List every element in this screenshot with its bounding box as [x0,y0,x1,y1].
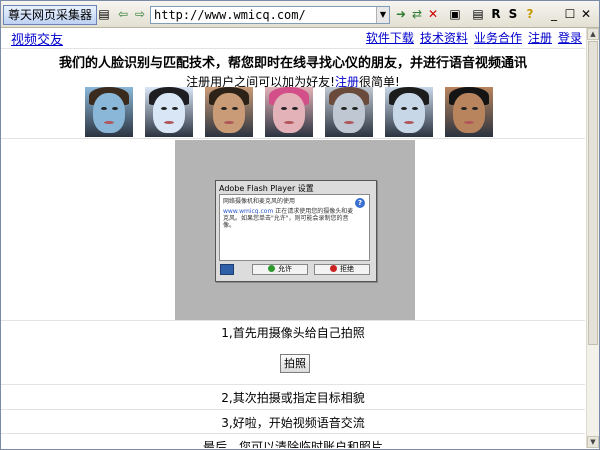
face-mouth [284,121,294,124]
dialog-body-rest: www.wmicq.com 正在请求使用您的摄像头和麦克风。如果您单击"允许"，… [223,208,355,229]
vertical-scrollbar[interactable]: ▲ ▼ [586,28,599,448]
face-thumbnail[interactable] [325,87,373,137]
app-title: 尊天网页采集器 [3,5,98,25]
face-eye [232,107,238,110]
nav-link-business[interactable]: 业务合作 [474,31,522,45]
face-eye [281,107,287,110]
url-input[interactable] [151,7,379,23]
face-eye [172,107,178,110]
flash-settings-dialog: Adobe Flash Player 设置 网络摄像机和麦克风的使用 www.w… [215,180,377,282]
maximize-icon[interactable]: ☐ [563,7,577,21]
browser-toolbar: 尊天网页采集器 ▤ ⇦ ⇨ ▼ ➜ ⇄ ✕ ▣ ▤ R S ? _ ☐ ✕ [1,1,599,28]
page-content: 视频交友 软件下载 技术资料 业务合作 注册 登录 我们的人脸识别与匹配技术，帮您即时在… [1,28,585,448]
face-eye [412,107,418,110]
face-gallery [1,87,585,137]
step-1: 1,首先用摄像头给自己拍照 [221,326,365,340]
browser-window: 尊天网页采集器 ▤ ⇦ ⇨ ▼ ➜ ⇄ ✕ ▣ ▤ R S ? _ ☐ ✕ 视频… [0,0,600,450]
brand-link[interactable]: 视频交友 [11,29,63,48]
face-eye [461,107,467,110]
step-2: 2,其次拍摄或指定目标相貌 [221,391,365,405]
face-eye [292,107,298,110]
nav-link-download[interactable]: 软件下载 [366,31,414,45]
stop-icon[interactable]: ✕ [426,7,440,21]
face-thumbnail[interactable] [445,87,493,137]
camera-icon[interactable] [220,264,234,275]
go-arrow-icon[interactable]: ➜ [394,7,408,21]
flash-area: Adobe Flash Player 设置 网络摄像机和麦克风的使用 www.w… [175,140,415,320]
face-thumbnail[interactable] [205,87,253,137]
scroll-up-icon[interactable]: ▲ [587,28,599,40]
face-eye [161,107,167,110]
step-4: 最后，您可以清除临时账户和照片 [202,440,383,448]
dialog-domain: www.wmicq.com [223,208,274,215]
dialog-body: 网络摄像机和麦克风的使用 www.wmicq.com 正在请求使用您的摄像头和麦… [219,194,370,261]
nav-link-docs[interactable]: 技术资料 [420,31,468,45]
site-navbar: 视频交友 软件下载 技术资料 业务合作 注册 登录 [1,28,585,49]
face-skin [453,93,485,133]
step-3: 3,好啦，开始视频语音交流 [221,416,365,430]
face-skin [93,93,125,133]
divider [1,409,585,410]
face-eye [401,107,407,110]
nav-link-login[interactable]: 登录 [558,31,582,45]
face-mouth [164,121,174,124]
back-arrow-icon[interactable]: ⇦ [116,7,130,21]
nav-links: 软件下载 技术资料 业务合作 注册 登录 [360,29,582,46]
face-thumbnail[interactable] [265,87,313,137]
face-skin [333,93,365,133]
text-view-icon[interactable]: ▤ [471,7,485,21]
face-mouth [404,121,414,124]
close-icon[interactable]: ✕ [579,7,593,21]
forward-arrow-icon[interactable]: ⇨ [133,7,147,21]
face-eye [472,107,478,110]
scroll-thumb[interactable] [588,41,598,345]
dialog-title: Adobe Flash Player 设置 [219,184,314,193]
face-mouth [344,121,354,124]
face-skin [393,93,425,133]
allow-button[interactable]: 允许 [252,264,308,275]
face-thumbnail[interactable] [385,87,433,137]
divider [1,384,585,385]
chevron-down-icon[interactable]: ▼ [376,7,389,23]
face-eye [221,107,227,110]
capture-icon[interactable]: ▣ [448,7,462,21]
face-eye [112,107,118,110]
face-eye [101,107,107,110]
refresh-icon[interactable]: ⇄ [410,7,424,21]
minimize-icon[interactable]: _ [547,7,561,21]
r-icon[interactable]: R [489,7,503,21]
scroll-down-icon[interactable]: ▼ [587,436,599,448]
check-icon [268,265,275,272]
face-skin [153,93,185,133]
divider [1,138,585,139]
face-thumbnail[interactable] [145,87,193,137]
face-skin [213,93,245,133]
deny-label: 拒绝 [340,265,354,273]
allow-label: 允许 [278,265,292,273]
face-eye [352,107,358,110]
face-mouth [224,121,234,124]
face-skin [273,93,305,133]
s-icon[interactable]: S [506,7,520,21]
page-headline: 我们的人脸识别与匹配技术，帮您即时在线寻找心仪的朋友，并进行语音视频通讯 [58,56,527,71]
face-eye [341,107,347,110]
help-icon[interactable]: ? [523,7,537,21]
question-icon[interactable]: ? [355,198,365,208]
divider [1,320,585,321]
face-mouth [464,121,474,124]
block-icon [330,265,337,272]
deny-button[interactable]: 拒绝 [314,264,370,275]
nav-link-register[interactable]: 注册 [528,31,552,45]
page-icon[interactable]: ▤ [97,7,111,21]
face-mouth [104,121,114,124]
divider [1,433,585,434]
dialog-body-line1: 网络摄像机和麦克风的使用 [223,198,296,205]
address-bar[interactable]: ▼ [150,6,390,24]
face-thumbnail[interactable] [85,87,133,137]
take-photo-button[interactable]: 拍照 [280,354,310,373]
